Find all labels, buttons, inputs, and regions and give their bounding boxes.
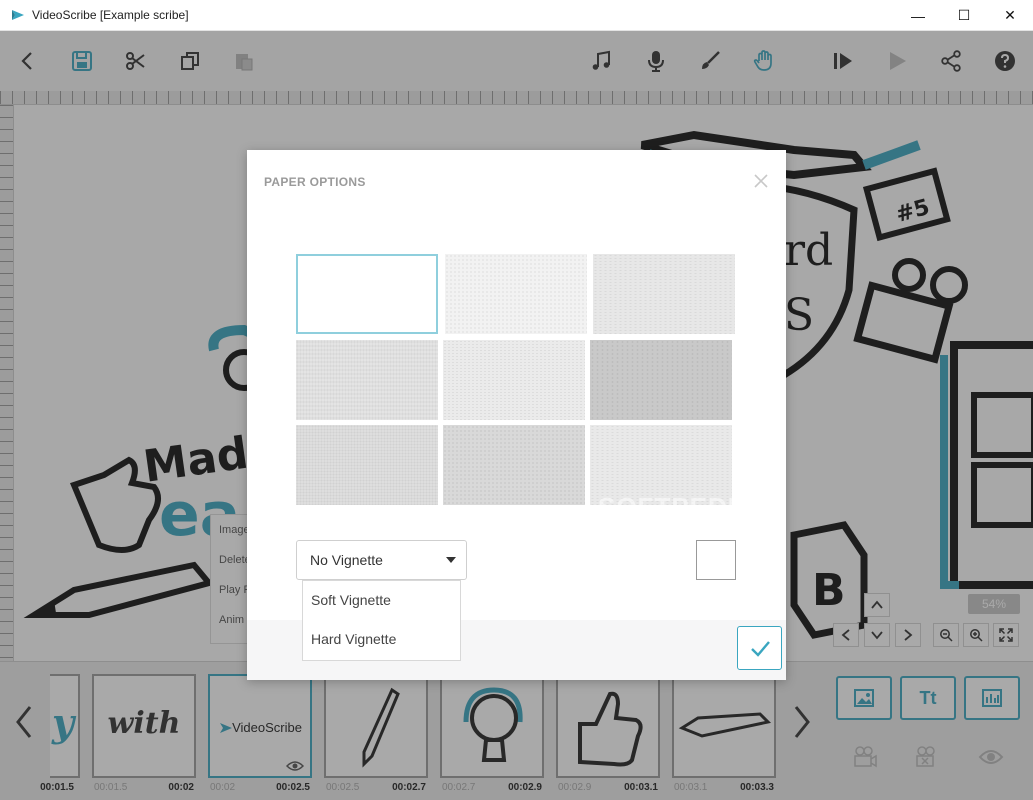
paper-swatch[interactable] [443,340,585,420]
title-bar: VideoScribe [Example scribe] — ☐ ✕ [0,0,1033,31]
maximize-button[interactable]: ☐ [941,0,987,31]
paper-swatch[interactable] [593,254,735,334]
vignette-selected-value: No Vignette [310,552,383,568]
window-title: VideoScribe [Example scribe] [32,8,189,22]
paper-swatch[interactable] [296,425,438,505]
paper-options-dialog: PAPER OPTIONS No Vignette Soft Vignette … [247,150,786,680]
checkmark-icon [750,641,770,657]
minimize-button[interactable]: — [895,0,941,31]
vignette-option-hard[interactable]: Hard Vignette [303,620,460,659]
dialog-title: PAPER OPTIONS [264,175,366,189]
vignette-option-soft[interactable]: Soft Vignette [303,581,460,620]
paper-grid [296,254,736,506]
vignette-select[interactable]: No Vignette [296,540,467,580]
close-icon: ✕ [1004,7,1016,23]
maximize-icon: ☐ [957,7,971,23]
background-color-picker[interactable] [696,540,736,580]
close-button[interactable]: ✕ [987,0,1033,31]
paper-swatch[interactable] [590,340,732,420]
confirm-button[interactable] [737,626,782,670]
videoscribe-logo-icon [12,10,24,20]
caret-down-icon [446,557,456,563]
paper-swatch[interactable] [443,425,585,505]
paper-swatch[interactable] [296,340,438,420]
minimize-icon: — [911,7,925,24]
paper-swatch[interactable] [445,254,587,334]
vignette-dropdown: Soft Vignette Hard Vignette [302,580,461,661]
close-icon[interactable] [752,172,770,190]
watermark: SOFTPEDIA [598,492,756,522]
paper-swatch[interactable] [296,254,438,334]
